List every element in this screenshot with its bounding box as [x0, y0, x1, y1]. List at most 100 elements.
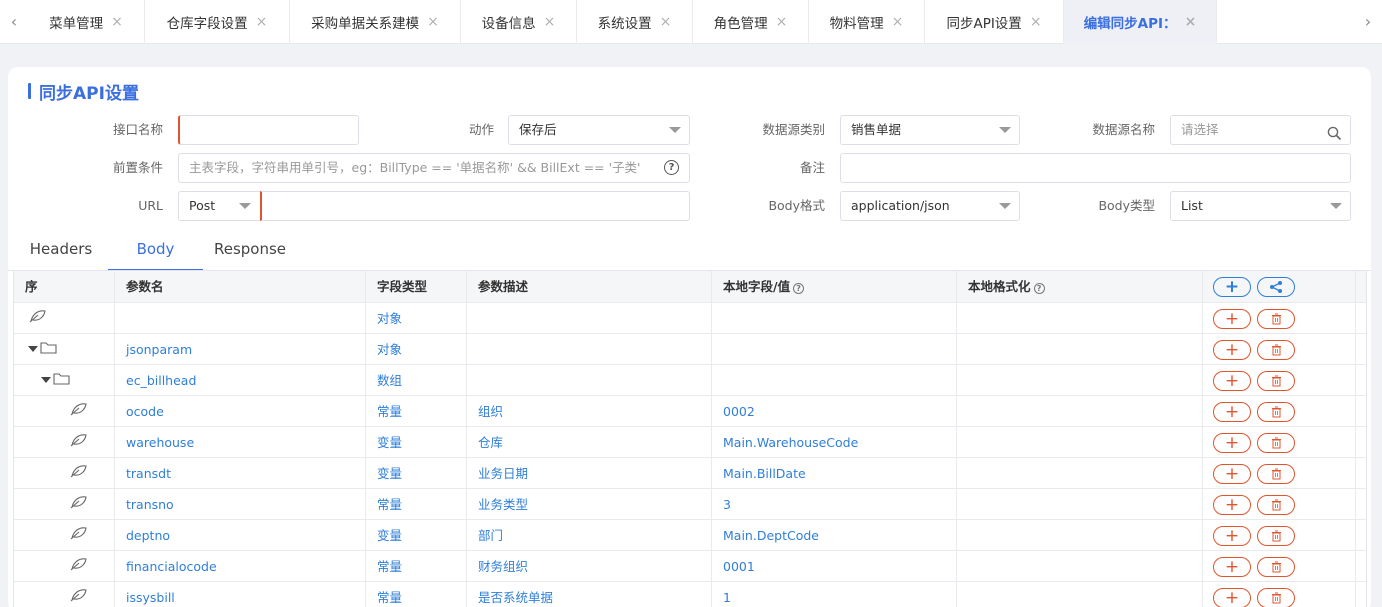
param-desc-cell[interactable]: [467, 365, 712, 395]
local-format-cell[interactable]: [957, 489, 1203, 519]
close-icon[interactable]: ×: [427, 14, 439, 30]
add-child-button[interactable]: +: [1213, 433, 1251, 453]
tab-item[interactable]: 菜单管理 ×: [28, 0, 145, 44]
help-icon[interactable]: ?: [1033, 283, 1045, 294]
delete-button[interactable]: [1257, 340, 1295, 360]
tab-item[interactable]: 物料管理 ×: [809, 0, 925, 44]
local-field-cell[interactable]: Main.DeptCode: [712, 520, 957, 550]
close-icon[interactable]: ×: [892, 14, 904, 30]
param-desc-cell[interactable]: 业务日期: [467, 458, 712, 488]
delete-button[interactable]: [1257, 309, 1295, 329]
local-field-cell[interactable]: Main.BillDate: [712, 458, 957, 488]
param-name-cell[interactable]: deptno: [115, 520, 366, 550]
table-row[interactable]: deptno 变量 部门 Main.DeptCode +: [14, 520, 1366, 551]
close-icon[interactable]: ×: [776, 14, 788, 30]
delete-button[interactable]: [1257, 495, 1295, 515]
param-desc-cell[interactable]: 组织: [467, 396, 712, 426]
local-field-cell[interactable]: 3: [712, 489, 957, 519]
api-name-input[interactable]: [178, 115, 359, 145]
tab-headers[interactable]: Headers: [26, 235, 96, 271]
caret-down-icon[interactable]: [41, 377, 51, 383]
close-icon[interactable]: ×: [544, 14, 556, 30]
add-child-button[interactable]: +: [1213, 402, 1251, 422]
add-child-button[interactable]: +: [1213, 526, 1251, 546]
local-field-cell[interactable]: [712, 365, 957, 395]
field-type-cell[interactable]: 常量: [366, 396, 467, 426]
param-name-cell[interactable]: transno: [115, 489, 366, 519]
body-type-select[interactable]: List: [1170, 191, 1351, 221]
local-format-cell[interactable]: [957, 334, 1203, 364]
tab-body[interactable]: Body: [108, 235, 203, 271]
param-name-cell[interactable]: financialocode: [115, 551, 366, 581]
table-row[interactable]: ec_billhead 数组 +: [14, 365, 1366, 396]
delete-button[interactable]: [1257, 464, 1295, 484]
field-type-cell[interactable]: 变量: [366, 458, 467, 488]
param-desc-cell[interactable]: 部门: [467, 520, 712, 550]
field-type-cell[interactable]: 常量: [366, 551, 467, 581]
delete-button[interactable]: [1257, 588, 1295, 607]
tab-item[interactable]: 角色管理 ×: [693, 0, 809, 44]
add-child-button[interactable]: +: [1213, 557, 1251, 577]
param-name-cell[interactable]: warehouse: [115, 427, 366, 457]
field-type-cell[interactable]: 常量: [366, 489, 467, 519]
param-name-cell[interactable]: [115, 303, 366, 333]
question-circle-icon[interactable]: ?: [664, 160, 679, 175]
field-type-cell[interactable]: 常量: [366, 582, 467, 607]
param-desc-cell[interactable]: 财务组织: [467, 551, 712, 581]
local-format-cell[interactable]: [957, 458, 1203, 488]
local-field-cell[interactable]: 0001: [712, 551, 957, 581]
add-child-button[interactable]: +: [1213, 309, 1251, 329]
search-icon[interactable]: [1327, 123, 1342, 151]
delete-button[interactable]: [1257, 557, 1295, 577]
datasource-name-picker[interactable]: 请选择: [1170, 115, 1351, 145]
delete-button[interactable]: [1257, 526, 1295, 546]
local-field-cell[interactable]: Main.WarehouseCode: [712, 427, 957, 457]
local-format-cell[interactable]: [957, 396, 1203, 426]
local-format-cell[interactable]: [957, 582, 1203, 607]
table-row[interactable]: transno 常量 业务类型 3 +: [14, 489, 1366, 520]
local-format-cell[interactable]: [957, 303, 1203, 333]
table-row[interactable]: ocode 常量 组织 0002 +: [14, 396, 1366, 427]
close-icon[interactable]: ×: [111, 14, 123, 30]
help-icon[interactable]: ?: [793, 283, 805, 294]
precondition-input[interactable]: 主表字段，字符串用单引号，eg：BillType == '单据名称' && Bi…: [178, 153, 690, 183]
table-row[interactable]: financialocode 常量 财务组织 0001 +: [14, 551, 1366, 582]
delete-button[interactable]: [1257, 433, 1295, 453]
action-select[interactable]: 保存后: [508, 115, 690, 145]
datasource-type-select[interactable]: 销售单据: [840, 115, 1020, 145]
table-row[interactable]: warehouse 变量 仓库 Main.WarehouseCode +: [14, 427, 1366, 458]
url-input[interactable]: [260, 191, 690, 221]
tab-item[interactable]: 设备信息 ×: [461, 0, 577, 44]
close-icon[interactable]: ×: [660, 14, 672, 30]
local-field-cell[interactable]: [712, 303, 957, 333]
local-field-cell[interactable]: 1: [712, 582, 957, 607]
param-name-cell[interactable]: issysbill: [115, 582, 366, 607]
local-field-cell[interactable]: [712, 334, 957, 364]
share-button[interactable]: [1257, 277, 1295, 297]
table-row[interactable]: 对象 +: [14, 303, 1366, 334]
local-format-cell[interactable]: [957, 520, 1203, 550]
table-row[interactable]: issysbill 常量 是否系统单据 1 +: [14, 582, 1366, 607]
param-name-cell[interactable]: transdt: [115, 458, 366, 488]
close-icon[interactable]: ×: [256, 14, 268, 30]
tabs-scroll-left-icon[interactable]: ‹: [0, 0, 28, 44]
tab-item[interactable]: 仓库字段设置 ×: [145, 0, 290, 44]
add-child-button[interactable]: +: [1213, 588, 1251, 607]
add-child-button[interactable]: +: [1213, 464, 1251, 484]
close-icon[interactable]: ×: [1185, 14, 1197, 30]
tab-item[interactable]: 编辑同步API： ×: [1064, 0, 1217, 44]
param-name-cell[interactable]: ocode: [115, 396, 366, 426]
field-type-cell[interactable]: 对象: [366, 334, 467, 364]
local-field-cell[interactable]: 0002: [712, 396, 957, 426]
param-desc-cell[interactable]: 是否系统单据: [467, 582, 712, 607]
add-root-button[interactable]: +: [1213, 277, 1251, 297]
caret-down-icon[interactable]: [28, 346, 38, 352]
delete-button[interactable]: [1257, 371, 1295, 391]
field-type-cell[interactable]: 变量: [366, 427, 467, 457]
delete-button[interactable]: [1257, 402, 1295, 422]
param-name-cell[interactable]: jsonparam: [115, 334, 366, 364]
add-child-button[interactable]: +: [1213, 340, 1251, 360]
local-format-cell[interactable]: [957, 551, 1203, 581]
add-child-button[interactable]: +: [1213, 495, 1251, 515]
remark-input[interactable]: [840, 153, 1351, 183]
